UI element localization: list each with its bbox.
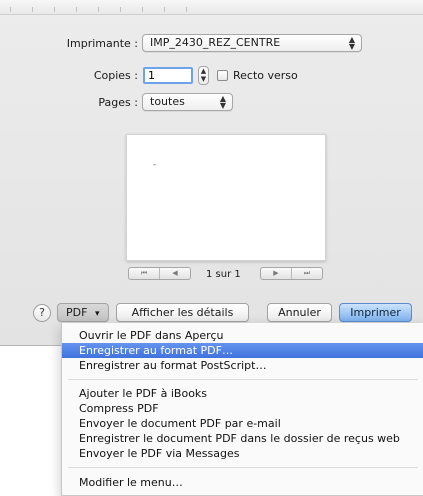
- preview-content-mark: -: [153, 160, 157, 170]
- last-page-icon[interactable]: ⏭: [291, 268, 322, 279]
- recto-verso-label[interactable]: Recto verso: [233, 69, 298, 82]
- pages-value: toutes: [150, 95, 185, 108]
- cancel-button[interactable]: Annuler: [267, 303, 332, 322]
- recto-verso-checkbox[interactable]: [217, 70, 228, 81]
- stepper-down-icon[interactable]: ▼: [201, 75, 206, 83]
- menu-item-add-to-ibooks[interactable]: Ajouter le PDF à iBooks: [62, 386, 423, 401]
- printer-label: Imprimante :: [66, 37, 138, 50]
- menu-item-save-web-receipts[interactable]: Enregistrer le document PDF dans le doss…: [62, 431, 423, 446]
- menu-item-save-as-pdf[interactable]: Enregistrer au format PDF…: [62, 343, 423, 358]
- menu-separator: [68, 467, 418, 468]
- printer-value: IMP_2430_REZ_CENTRE: [150, 36, 281, 49]
- help-button[interactable]: ?: [33, 304, 51, 322]
- menu-item-edit-menu[interactable]: Modifier le menu…: [62, 475, 423, 490]
- menu-item-compress-pdf[interactable]: Compress PDF: [62, 401, 423, 416]
- copies-stepper[interactable]: ▲ ▼: [198, 66, 209, 85]
- stepper-up-icon[interactable]: ▲: [201, 67, 206, 75]
- first-page-icon[interactable]: ⏮: [129, 268, 159, 279]
- next-page-icon[interactable]: ▶: [261, 268, 291, 279]
- page-preview: -: [126, 134, 326, 261]
- pdf-dropdown-menu: Ouvrir le PDF dans Aperçu Enregistrer au…: [61, 323, 423, 496]
- menu-item-send-via-messages[interactable]: Envoyer le PDF via Messages: [62, 446, 423, 461]
- previous-page-icon[interactable]: ◀: [159, 268, 190, 279]
- pager-back-group: ⏮ ◀: [128, 267, 191, 280]
- copies-label: Copies :: [93, 69, 138, 82]
- show-details-button[interactable]: Afficher les détails: [116, 303, 249, 322]
- pages-label: Pages :: [98, 96, 138, 109]
- page-indicator: 1 sur 1: [206, 269, 241, 280]
- printer-popup[interactable]: IMP_2430_REZ_CENTRE ▲ ▼: [142, 34, 362, 52]
- menu-item-email-pdf[interactable]: Envoyer le document PDF par e-mail: [62, 416, 423, 431]
- pdf-menu-button[interactable]: PDF ▾: [57, 303, 109, 322]
- print-dialog: Imprimante : IMP_2430_REZ_CENTRE ▲ ▼ Copi…: [0, 0, 423, 346]
- popup-arrows-icon: ▲ ▼: [348, 35, 355, 51]
- print-button[interactable]: Imprimer: [339, 303, 412, 322]
- menu-item-open-preview[interactable]: Ouvrir le PDF dans Aperçu: [62, 328, 423, 343]
- menu-item-save-as-postscript[interactable]: Enregistrer au format PostScript…: [62, 358, 423, 373]
- popup-arrows-icon: ▲ ▼: [219, 94, 226, 110]
- copies-input[interactable]: [143, 67, 193, 84]
- menu-separator: [68, 379, 418, 380]
- chevron-down-icon: ▾: [94, 309, 100, 319]
- top-ruler: [0, 0, 423, 15]
- pages-popup[interactable]: toutes ▲ ▼: [142, 93, 233, 111]
- pager-forward-group: ▶ ⏭: [260, 267, 323, 280]
- pdf-button-label: PDF: [66, 306, 88, 319]
